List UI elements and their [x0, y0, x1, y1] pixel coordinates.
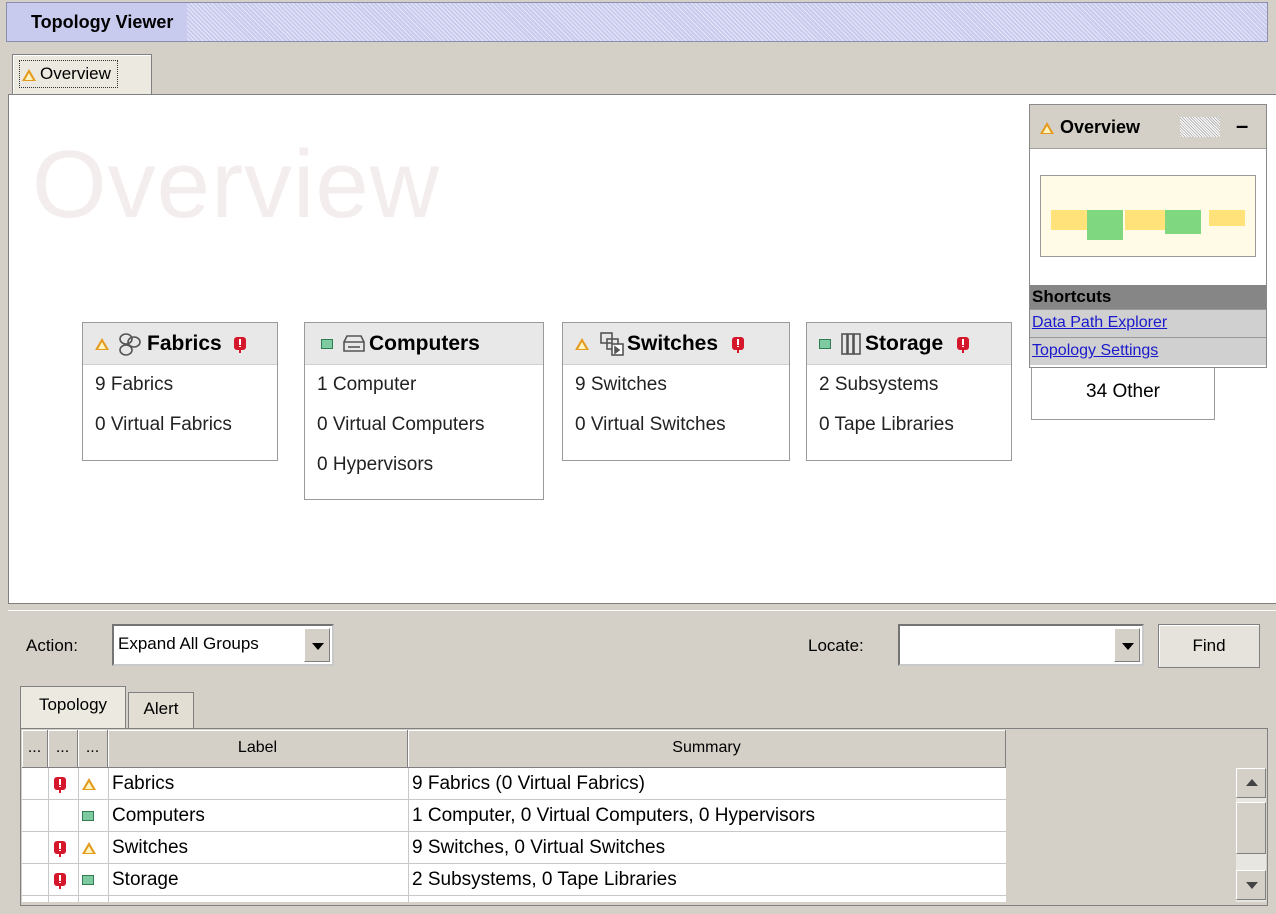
group-line: 1 Computer: [317, 374, 417, 395]
group-title: Storage: [865, 331, 944, 355]
tab-overview-label: Overview: [40, 64, 111, 83]
column-header-label[interactable]: Label: [108, 730, 408, 768]
title-bar: Topology Viewer: [6, 2, 1268, 42]
group-line: 9 Switches: [575, 374, 667, 395]
row-summary: 1 Computer, 0 Virtual Computers, 0 Hyper…: [412, 805, 816, 826]
critical-alert-icon: [54, 841, 66, 854]
action-label: Action:: [26, 636, 78, 655]
normal-status-icon: [82, 811, 94, 821]
data-path-explorer-link[interactable]: Data Path Explorer: [1030, 309, 1266, 337]
warning-icon: [82, 778, 96, 790]
chevron-down-icon[interactable]: [1114, 628, 1140, 662]
computer-icon: [343, 334, 365, 352]
overview-panel: Overview – Shortcuts Data Path Explorer …: [1029, 104, 1267, 368]
normal-status-icon: [819, 338, 831, 349]
scroll-up-button[interactable]: [1236, 768, 1266, 798]
row-label: Fabrics: [112, 773, 175, 794]
critical-alert-icon: [233, 337, 246, 350]
table-row[interactable]: Computers 1 Computer, 0 Virtual Computer…: [22, 800, 1006, 832]
window-title: Topology Viewer: [7, 3, 188, 41]
vertical-scrollbar[interactable]: [1236, 768, 1266, 902]
scroll-down-button[interactable]: [1236, 870, 1266, 900]
tab-alert[interactable]: Alert: [128, 692, 194, 728]
fabric-icon: [119, 332, 141, 356]
group-switches[interactable]: Switches 9 Switches 0 Virtual Switches: [562, 322, 790, 461]
row-label: Computers: [112, 805, 205, 826]
row-summary: 9 Switches, 0 Virtual Switches: [412, 837, 666, 858]
column-header[interactable]: ...: [78, 730, 108, 768]
group-fabrics[interactable]: Fabrics 9 Fabrics 0 Virtual Fabrics: [82, 322, 278, 461]
locate-input[interactable]: [898, 624, 1144, 666]
warning-icon: [1040, 122, 1054, 135]
action-select[interactable]: Expand All Groups: [112, 624, 334, 666]
storage-icon: [841, 332, 861, 355]
warning-icon: [82, 842, 96, 854]
normal-status-icon: [321, 338, 333, 349]
chevron-down-icon[interactable]: [304, 628, 330, 662]
topology-settings-link[interactable]: Topology Settings: [1030, 337, 1266, 365]
row-summary: 9 Fabrics (0 Virtual Fabrics): [412, 773, 645, 794]
tab-overview[interactable]: Overview: [12, 54, 152, 94]
column-header[interactable]: ...: [22, 730, 48, 768]
action-select-value: Expand All Groups: [118, 634, 259, 653]
group-line: 0 Tape Libraries: [819, 414, 954, 435]
overview-minimap[interactable]: [1040, 175, 1256, 257]
normal-status-icon: [82, 875, 94, 885]
table-row[interactable]: Fabrics 9 Fabrics (0 Virtual Fabrics): [22, 768, 1006, 800]
warning-icon: [22, 68, 36, 81]
row-label: Switches: [112, 837, 189, 858]
critical-alert-icon: [54, 873, 66, 886]
column-header[interactable]: ...: [48, 730, 78, 768]
switch-icon: [600, 331, 624, 356]
scroll-thumb[interactable]: [1236, 802, 1266, 854]
group-line: 9 Fabrics: [95, 374, 174, 395]
group-computers[interactable]: Computers 1 Computer 0 Virtual Computers…: [304, 322, 544, 500]
group-line: 0 Virtual Computers: [317, 414, 485, 435]
group-title: Switches: [627, 331, 719, 355]
column-header-summary[interactable]: Summary: [408, 730, 1006, 768]
overview-panel-title: Overview: [1060, 117, 1141, 137]
group-title: Computers: [369, 331, 480, 355]
canvas-watermark: Overview: [32, 131, 441, 238]
critical-alert-icon: [957, 337, 970, 350]
find-button[interactable]: Find: [1158, 624, 1260, 668]
minimize-button[interactable]: –: [1236, 113, 1248, 139]
critical-alert-icon: [732, 337, 745, 350]
row-label: Storage: [112, 869, 179, 890]
group-line: 0 Virtual Switches: [575, 414, 726, 435]
tab-topology[interactable]: Topology: [20, 686, 126, 728]
warning-icon: [575, 337, 589, 350]
shortcuts-header: Shortcuts: [1030, 285, 1266, 309]
group-line: 0 Virtual Fabrics: [95, 414, 232, 435]
row-summary: 2 Subsystems, 0 Tape Libraries: [412, 869, 677, 890]
table-row[interactable]: Storage 2 Subsystems, 0 Tape Libraries: [22, 864, 1006, 896]
group-title: Fabrics: [147, 331, 222, 355]
group-storage[interactable]: Storage 2 Subsystems 0 Tape Libraries: [806, 322, 1012, 461]
group-line: 2 Subsystems: [819, 374, 939, 395]
warning-icon: [95, 337, 109, 350]
overview-panel-header: Overview –: [1030, 105, 1266, 149]
group-line: 0 Hypervisors: [317, 454, 434, 475]
table-row[interactable]: Switches 9 Switches, 0 Virtual Switches: [22, 832, 1006, 864]
locate-label: Locate:: [808, 636, 864, 655]
group-other[interactable]: 34 Other: [1031, 368, 1215, 420]
drag-handle[interactable]: [1180, 117, 1220, 137]
critical-alert-icon: [54, 777, 66, 790]
